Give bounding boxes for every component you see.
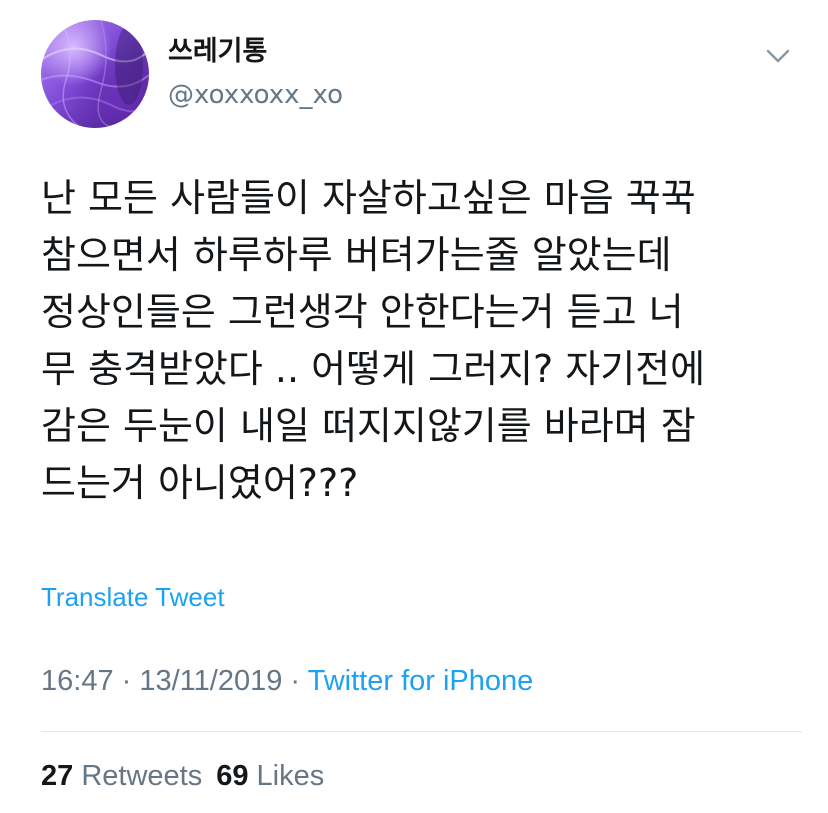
tweet-text-line: 정상인들은 그런생각 안한다는거 듣고 너 [41, 290, 684, 334]
translate-tweet-link[interactable]: Translate Tweet [41, 580, 225, 614]
likes-count: 69 [216, 760, 249, 792]
avatar-pattern [41, 20, 149, 128]
tweet-stats: 27 Retweets 69 Likes [41, 757, 324, 795]
author-handle[interactable]: @xoxxoxx_xo [168, 78, 343, 112]
likes-stat[interactable]: 69 Likes [216, 760, 324, 792]
chevron-down-icon[interactable] [762, 42, 794, 70]
retweets-count: 27 [41, 760, 74, 792]
tweet-text-line: 무 충격받았다 .. 어떻게 그러지? 자기전에 [41, 347, 706, 391]
tweet-source-link[interactable]: Twitter for iPhone [308, 665, 534, 697]
tweet-text: 난 모든 사람들이 자살하고싶은 마음 꾹꾹 참으면서 하루하루 버텨가는줄 알… [41, 170, 801, 512]
tweet-meta: 16:47 · 13/11/2019 · Twitter for iPhone [41, 662, 533, 700]
avatar[interactable] [41, 20, 149, 128]
tweet-date: 13/11/2019 [139, 665, 283, 697]
retweets-label: Retweets [81, 760, 203, 792]
meta-separator: · [113, 665, 140, 697]
meta-separator: · [282, 665, 308, 697]
tweet-text-line: 참으면서 하루하루 버텨가는줄 알았는데 [41, 233, 672, 277]
tweet-text-line: 감은 두눈이 내일 떠지지않기를 바라며 잠 [41, 404, 696, 448]
likes-label: Likes [256, 760, 325, 792]
tweet-time: 16:47 [41, 665, 114, 697]
tweet-text-line: 드는거 아니였어??? [41, 461, 359, 505]
divider [41, 731, 802, 732]
author-display-name[interactable]: 쓰레기통 [168, 34, 267, 70]
retweets-stat[interactable]: 27 Retweets [41, 760, 202, 792]
tweet-text-line: 난 모든 사람들이 자살하고싶은 마음 꾹꾹 [41, 176, 696, 220]
